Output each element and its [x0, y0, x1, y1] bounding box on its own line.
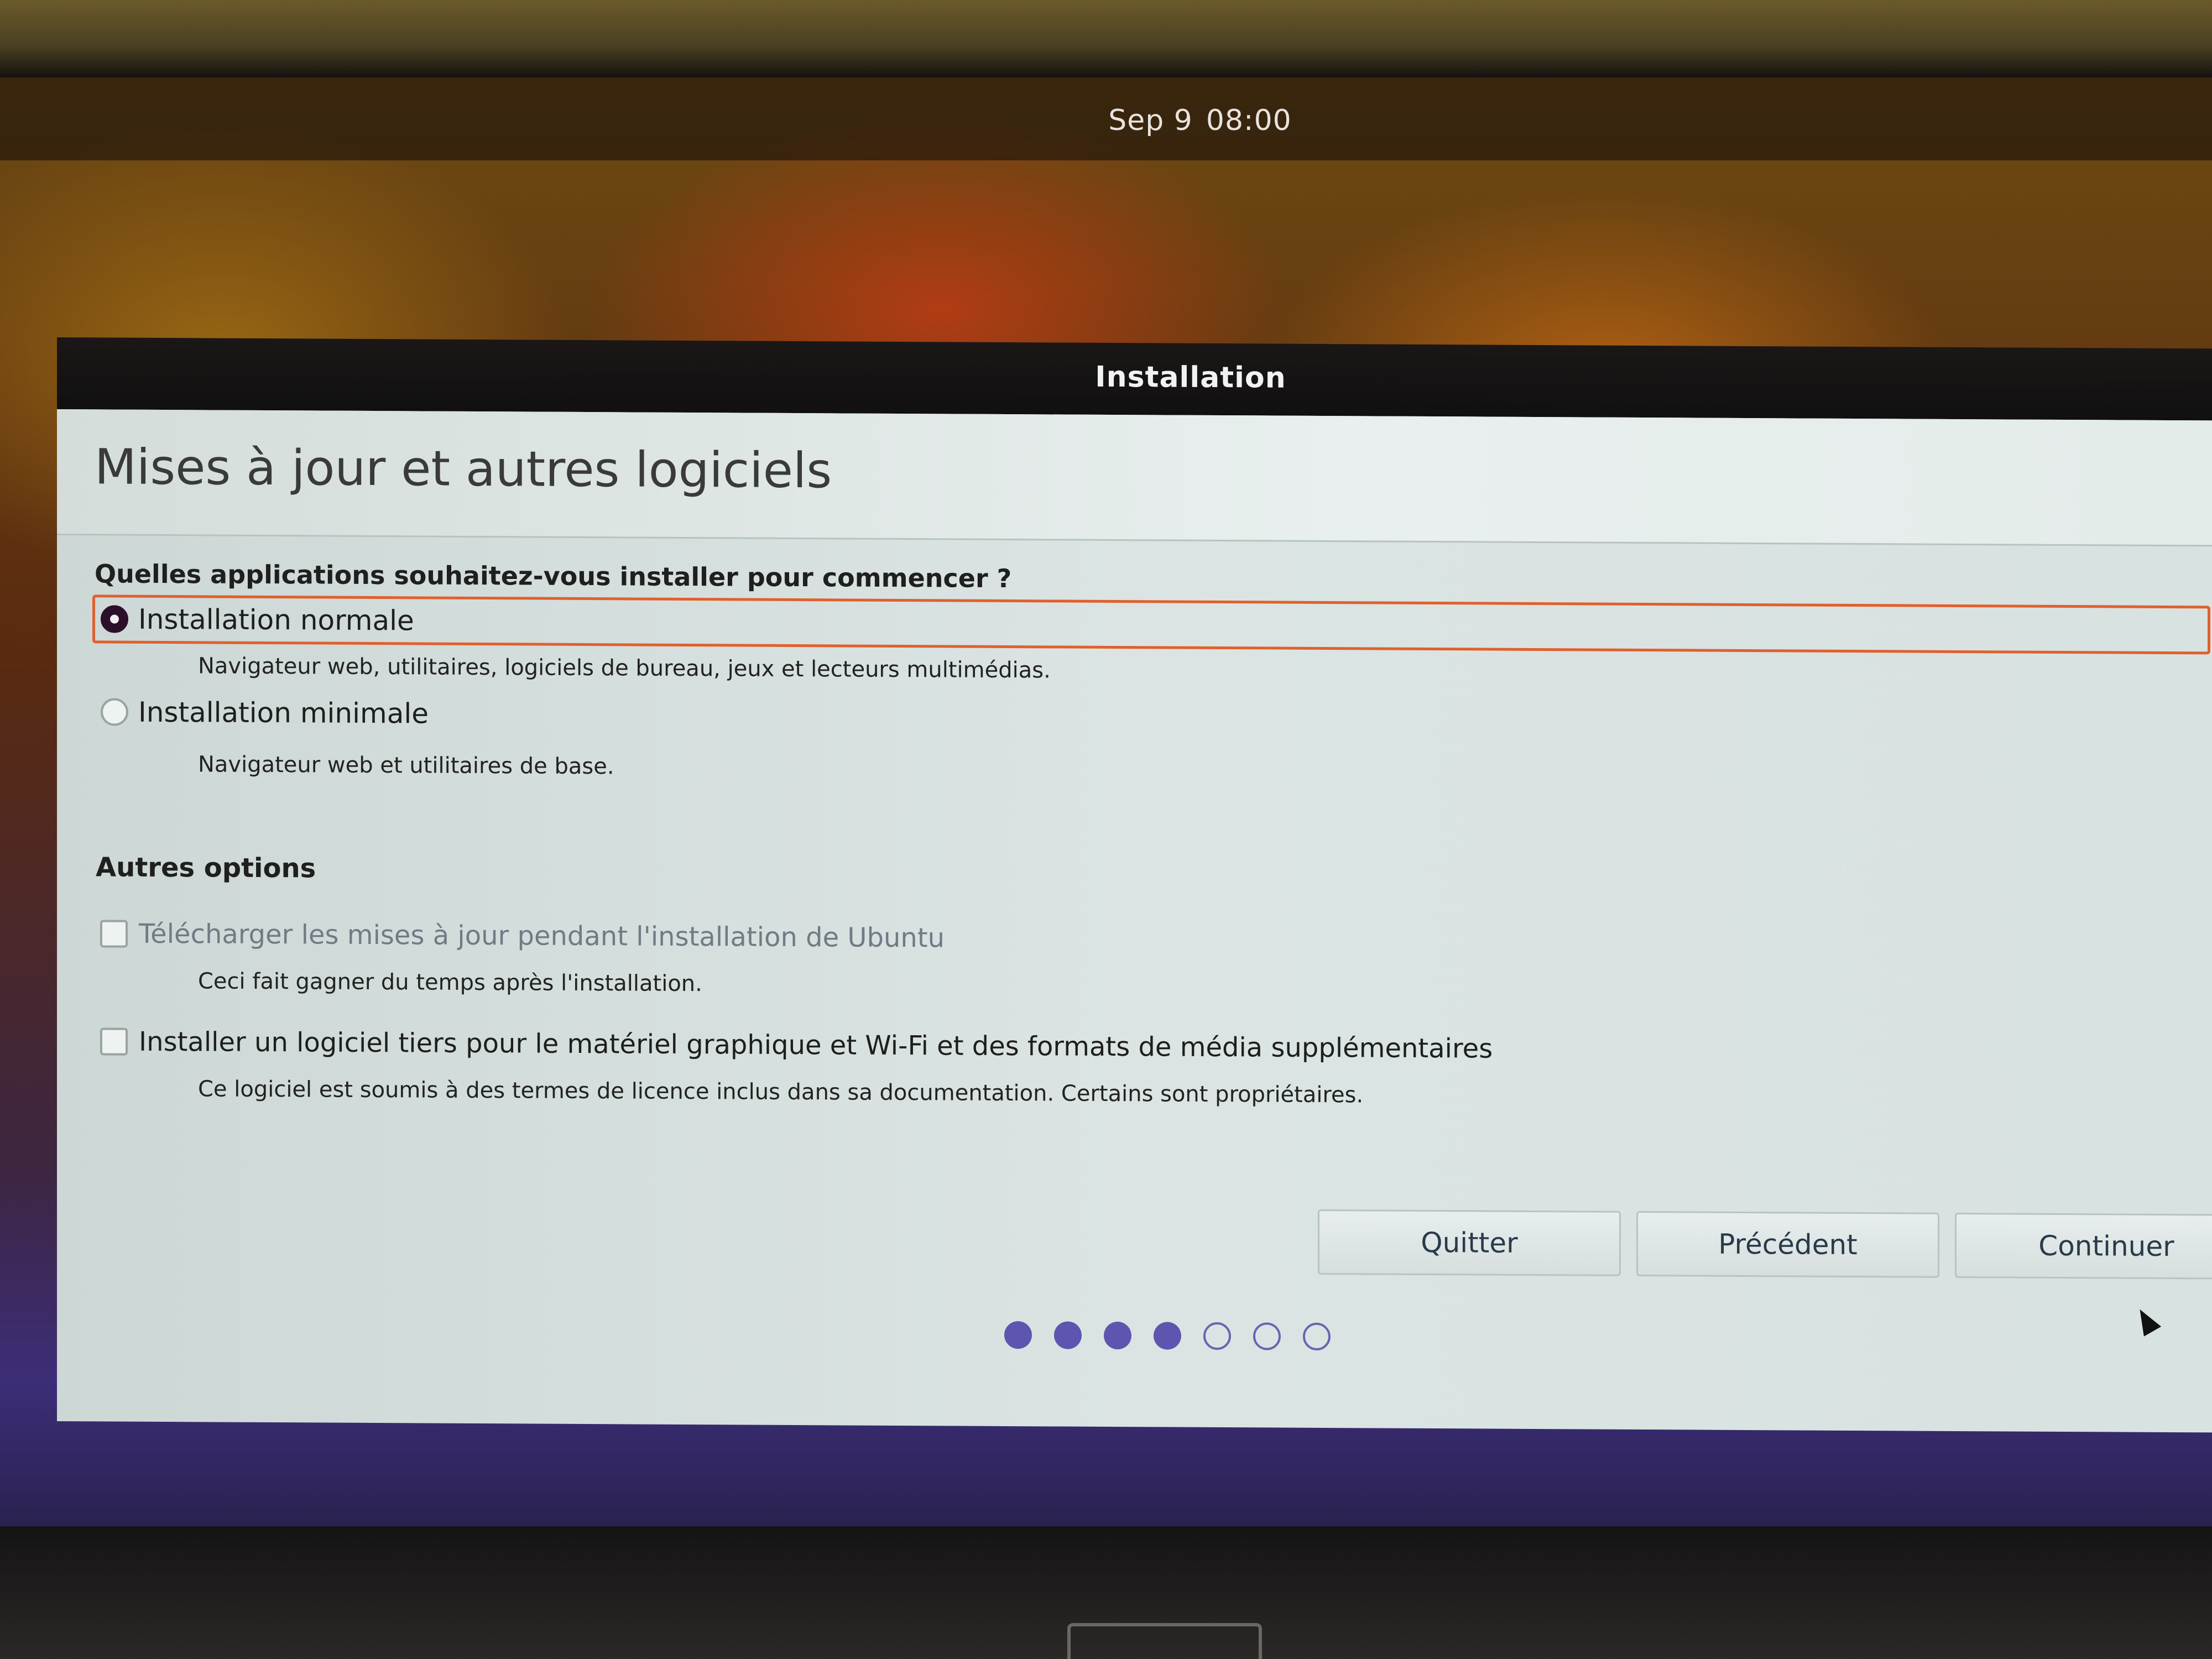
- radio-normal-label: Installation normale: [138, 603, 414, 637]
- desktop-screen: Sep 9 08:00 Installation Mises à jour et …: [0, 77, 2212, 1526]
- mouse-pointer-icon: [2131, 1304, 2162, 1337]
- continue-button[interactable]: Continuer: [1955, 1212, 2212, 1280]
- window-title: Installation: [1095, 360, 1286, 395]
- page-title: Mises à jour et autres logiciels: [95, 438, 832, 499]
- step-dot-completed: [1104, 1321, 1131, 1350]
- checkbox-icon[interactable]: [100, 920, 128, 948]
- step-dot-pending: [1203, 1322, 1231, 1350]
- radio-minimal-install[interactable]: Installation minimale: [95, 690, 429, 735]
- top-panel: Sep 9 08:00: [0, 77, 2212, 160]
- radio-normal-install[interactable]: Installation normale: [92, 594, 2210, 655]
- normal-install-description: Navigateur web, utilitaires, logiciels d…: [198, 653, 1051, 684]
- download-updates-label: Télécharger les mises à jour pendant l'i…: [139, 918, 945, 954]
- third-party-label: Installer un logiciel tiers pour le maté…: [139, 1026, 1493, 1065]
- third-party-description: Ce logiciel est soumis à des termes de l…: [198, 1076, 1364, 1108]
- page-header: Mises à jour et autres logiciels: [57, 409, 2212, 547]
- minimal-install-description: Navigateur web et utilitaires de base.: [198, 752, 614, 780]
- clock[interactable]: Sep 9 08:00: [0, 104, 2212, 137]
- clock-date: Sep 9: [1108, 104, 1193, 137]
- checkbox-third-party[interactable]: Installer un logiciel tiers pour le maté…: [100, 1026, 1493, 1065]
- checkbox-download-updates[interactable]: Télécharger les mises à jour pendant l'i…: [100, 918, 945, 953]
- step-dot-completed: [1054, 1321, 1082, 1349]
- step-dot-completed: [1154, 1322, 1181, 1350]
- installer-window: Installation Mises à jour et autres logi…: [57, 337, 2212, 1433]
- clock-time: 08:00: [1206, 104, 1292, 137]
- dell-logo: [1067, 1623, 1262, 1659]
- step-dot-pending: [1303, 1322, 1331, 1351]
- radio-unchecked-icon[interactable]: [101, 698, 128, 726]
- back-button[interactable]: Précédent: [1636, 1211, 1939, 1278]
- quit-button[interactable]: Quitter: [1318, 1209, 1621, 1276]
- download-updates-description: Ceci fait gagner du temps après l'instal…: [198, 968, 702, 997]
- checkbox-icon[interactable]: [100, 1027, 128, 1056]
- window-content: Mises à jour et autres logiciels Quelles…: [57, 409, 2212, 1433]
- step-dot-pending: [1253, 1322, 1281, 1350]
- radio-checked-icon[interactable]: [101, 605, 128, 633]
- laptop-bezel-top: [0, 0, 2212, 77]
- step-progress-indicator: [1004, 1321, 1331, 1351]
- button-bar: Quitter Précédent Continuer: [1318, 1209, 2212, 1280]
- other-options-heading: Autres options: [96, 852, 316, 884]
- step-dot-completed: [1004, 1321, 1032, 1349]
- install-type-question: Quelles applications souhaitez-vous inst…: [95, 559, 1012, 594]
- window-titlebar[interactable]: Installation: [57, 337, 2212, 421]
- radio-minimal-label: Installation minimale: [138, 696, 429, 730]
